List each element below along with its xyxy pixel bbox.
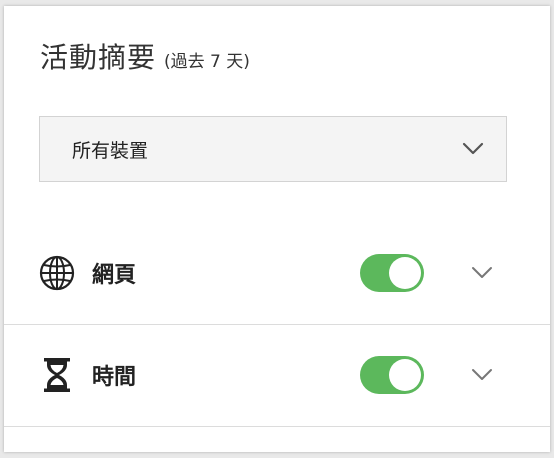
header: 活動摘要 (過去 7 天) bbox=[40, 36, 250, 76]
section-time: 時間 bbox=[4, 324, 550, 427]
section-web-label: 網頁 bbox=[92, 262, 137, 288]
page-title: 活動摘要 bbox=[40, 41, 157, 74]
device-select[interactable]: 所有裝置 bbox=[39, 116, 507, 182]
activity-summary-card: 活動摘要 (過去 7 天) 所有裝置 網頁 時間 bbox=[4, 6, 550, 452]
web-toggle[interactable] bbox=[360, 253, 424, 292]
web-expand-button[interactable] bbox=[470, 265, 494, 281]
chevron-down-icon bbox=[462, 142, 484, 155]
page-subtitle: (過去 7 天) bbox=[164, 52, 250, 72]
time-toggle[interactable] bbox=[360, 356, 424, 394]
chevron-down-icon bbox=[472, 266, 492, 278]
section-time-label: 時間 bbox=[92, 365, 137, 390]
hourglass-icon bbox=[38, 356, 76, 394]
toggle-knob bbox=[389, 359, 421, 391]
time-expand-button[interactable] bbox=[470, 367, 494, 383]
globe-icon bbox=[38, 254, 76, 292]
toggle-knob bbox=[389, 256, 421, 289]
device-select-value: 所有裝置 bbox=[72, 139, 149, 162]
section-web: 網頁 bbox=[4, 221, 550, 325]
chevron-down-icon bbox=[472, 369, 492, 380]
